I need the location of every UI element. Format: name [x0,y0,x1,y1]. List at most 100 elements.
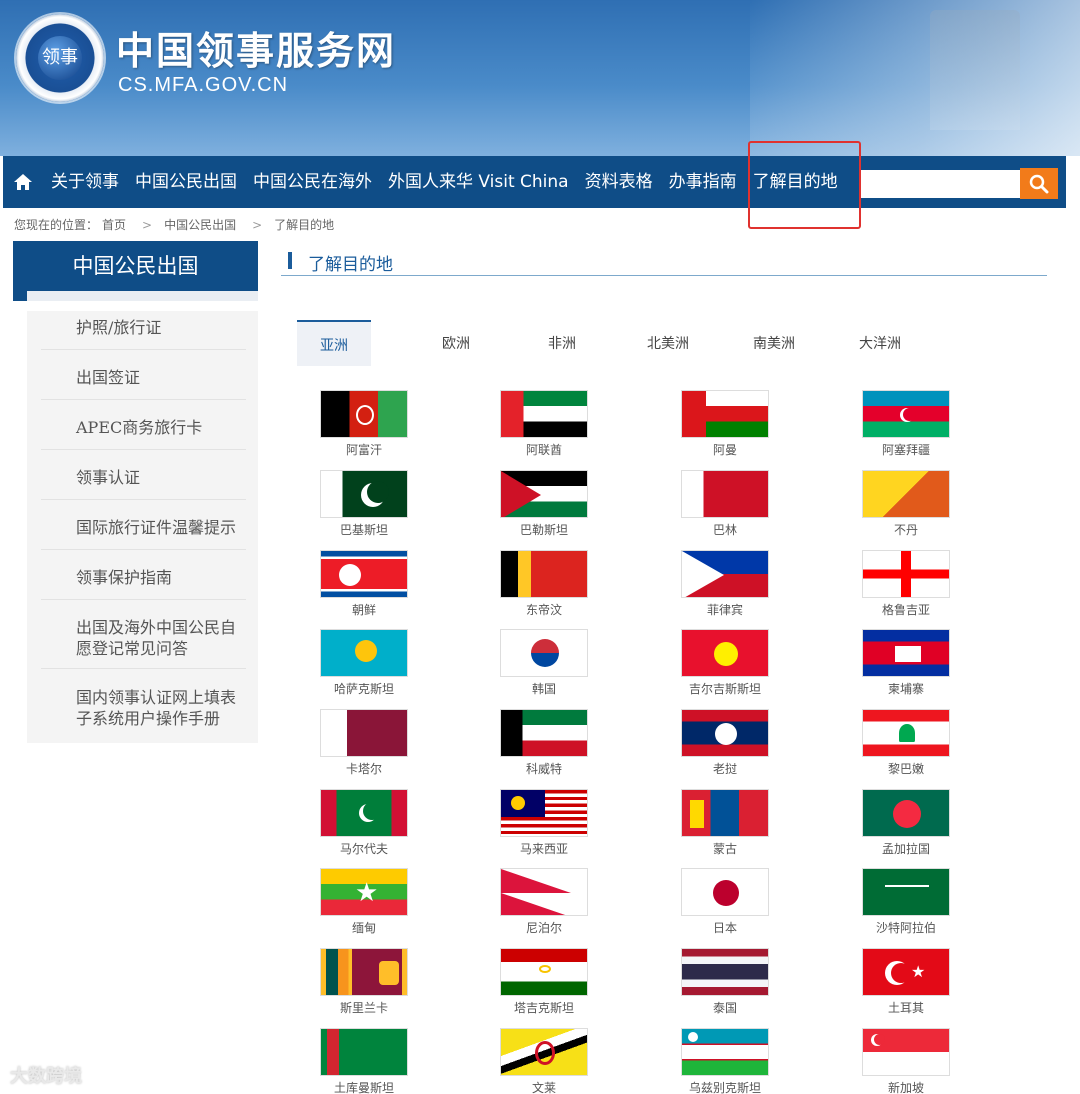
country-item[interactable]: 黎巴嫩 [854,709,958,777]
country-item[interactable]: 格鲁吉亚 [854,550,958,618]
search-button[interactable] [1020,168,1058,199]
country-item[interactable]: 巴勒斯坦 [492,470,596,538]
country-flag-image[interactable] [681,550,769,598]
country-item[interactable]: 哈萨克斯坦 [312,629,416,697]
country-name[interactable]: 土库曼斯坦 [312,1079,416,1094]
country-name[interactable]: 韩国 [492,680,596,697]
country-name[interactable]: 马来西亚 [492,840,596,857]
country-name[interactable]: 日本 [673,919,777,936]
country-item[interactable]: 巴林 [673,470,777,538]
tab-north-america[interactable]: 北美洲 [615,320,721,366]
country-item[interactable]: 马来西亚 [492,789,596,857]
country-item[interactable]: 韩国 [492,629,596,697]
home-icon[interactable] [3,156,43,208]
country-name[interactable]: 塔吉克斯坦 [492,999,596,1016]
country-name[interactable]: 乌兹别克斯坦 [673,1079,777,1094]
breadcrumb-citizens-abroad[interactable]: 中国公民出国 [164,218,236,232]
country-flag-image[interactable] [500,868,588,916]
country-item[interactable]: 土库曼斯坦 [312,1028,416,1094]
country-name[interactable]: 科威特 [492,760,596,777]
tab-europe[interactable]: 欧洲 [403,320,509,366]
sidebar-item-travel-doc-tips[interactable]: 国际旅行证件温馨提示 [41,517,246,550]
country-name[interactable]: 阿富汗 [312,441,416,458]
country-item[interactable]: 卡塔尔 [312,709,416,777]
sidebar-item-protection-guide[interactable]: 领事保护指南 [41,567,246,600]
country-name[interactable]: 卡塔尔 [312,760,416,777]
nav-item-about-consular[interactable]: 关于领事 [43,156,127,208]
country-flag-image[interactable] [500,470,588,518]
country-flag-image[interactable] [681,948,769,996]
country-item[interactable]: 朝鲜 [312,550,416,618]
sidebar-item-user-manual[interactable]: 国内领事认证网上填表子系统用户操作手册 [41,687,246,739]
country-flag-image[interactable] [862,629,950,677]
country-flag-image[interactable] [500,629,588,677]
country-name[interactable]: 格鲁吉亚 [854,601,958,618]
nav-item-forms[interactable]: 资料表格 [577,156,661,208]
country-name[interactable]: 阿联酋 [492,441,596,458]
country-item[interactable]: ★ 缅甸 [312,868,416,936]
country-name[interactable]: 柬埔寨 [854,680,958,697]
country-name[interactable]: 巴勒斯坦 [492,521,596,538]
country-name[interactable]: 马尔代夫 [312,840,416,857]
country-flag-image[interactable] [681,709,769,757]
country-item[interactable]: 泰国 [673,948,777,1016]
tab-south-america[interactable]: 南美洲 [721,320,827,366]
country-name[interactable]: 黎巴嫩 [854,760,958,777]
country-flag-image[interactable] [500,789,588,837]
country-flag-image[interactable] [681,629,769,677]
country-name[interactable]: 新加坡 [854,1079,958,1094]
country-item[interactable]: 阿联酋 [492,390,596,458]
country-item[interactable]: 柬埔寨 [854,629,958,697]
country-item[interactable]: 菲律宾 [673,550,777,618]
country-flag-image[interactable] [500,1028,588,1076]
country-flag-image[interactable] [320,550,408,598]
search-input[interactable] [860,170,1020,198]
nav-item-visit-china[interactable]: 外国人来华 Visit China [380,156,577,208]
country-name[interactable]: 哈萨克斯坦 [312,680,416,697]
country-name[interactable]: 菲律宾 [673,601,777,618]
country-name[interactable]: 尼泊尔 [492,919,596,936]
country-item[interactable]: 蒙古 [673,789,777,857]
tab-africa[interactable]: 非洲 [509,320,615,366]
country-name[interactable]: 文莱 [492,1079,596,1094]
country-item[interactable]: 阿塞拜疆 [854,390,958,458]
tab-asia[interactable]: 亚洲 [297,320,371,366]
country-item[interactable]: 巴基斯坦 [312,470,416,538]
nav-item-destinations[interactable]: 了解目的地 [745,156,846,208]
country-flag-image[interactable] [500,390,588,438]
breadcrumb-home[interactable]: 首页 [102,218,126,232]
country-name[interactable]: 阿曼 [673,441,777,458]
country-name[interactable]: 老挝 [673,760,777,777]
country-flag-image[interactable] [320,1028,408,1076]
country-item[interactable]: 孟加拉国 [854,789,958,857]
sidebar-item-apec-card[interactable]: APEC商务旅行卡 [41,417,246,450]
country-flag-image[interactable] [320,789,408,837]
country-name[interactable]: 不丹 [854,521,958,538]
country-flag-image[interactable] [862,789,950,837]
sidebar-item-passport[interactable]: 护照/旅行证 [41,317,246,350]
country-item[interactable]: 尼泊尔 [492,868,596,936]
country-flag-image[interactable] [862,868,950,916]
country-flag-image[interactable] [500,709,588,757]
country-flag-image[interactable] [320,390,408,438]
country-item[interactable]: 塔吉克斯坦 [492,948,596,1016]
tab-oceania[interactable]: 大洋洲 [827,320,933,366]
country-name[interactable]: 泰国 [673,999,777,1016]
site-logo-seal[interactable]: 领事 [16,14,104,102]
country-name[interactable]: 吉尔吉斯斯坦 [673,680,777,697]
country-item[interactable]: 老挝 [673,709,777,777]
country-name[interactable]: 巴基斯坦 [312,521,416,538]
country-flag-image[interactable] [681,470,769,518]
country-item[interactable]: 阿富汗 [312,390,416,458]
country-name[interactable]: 斯里兰卡 [312,999,416,1016]
nav-item-citizens-abroad[interactable]: 中国公民出国 [127,156,245,208]
country-flag-image[interactable] [862,550,950,598]
sidebar-item-registration-faq[interactable]: 出国及海外中国公民自愿登记常见问答 [41,617,246,669]
country-name[interactable]: 缅甸 [312,919,416,936]
country-item[interactable]: 不丹 [854,470,958,538]
country-item[interactable]: 沙特阿拉伯 [854,868,958,936]
country-item[interactable]: 阿曼 [673,390,777,458]
nav-item-guide[interactable]: 办事指南 [661,156,745,208]
country-flag-image[interactable] [862,709,950,757]
country-flag-image[interactable] [681,868,769,916]
